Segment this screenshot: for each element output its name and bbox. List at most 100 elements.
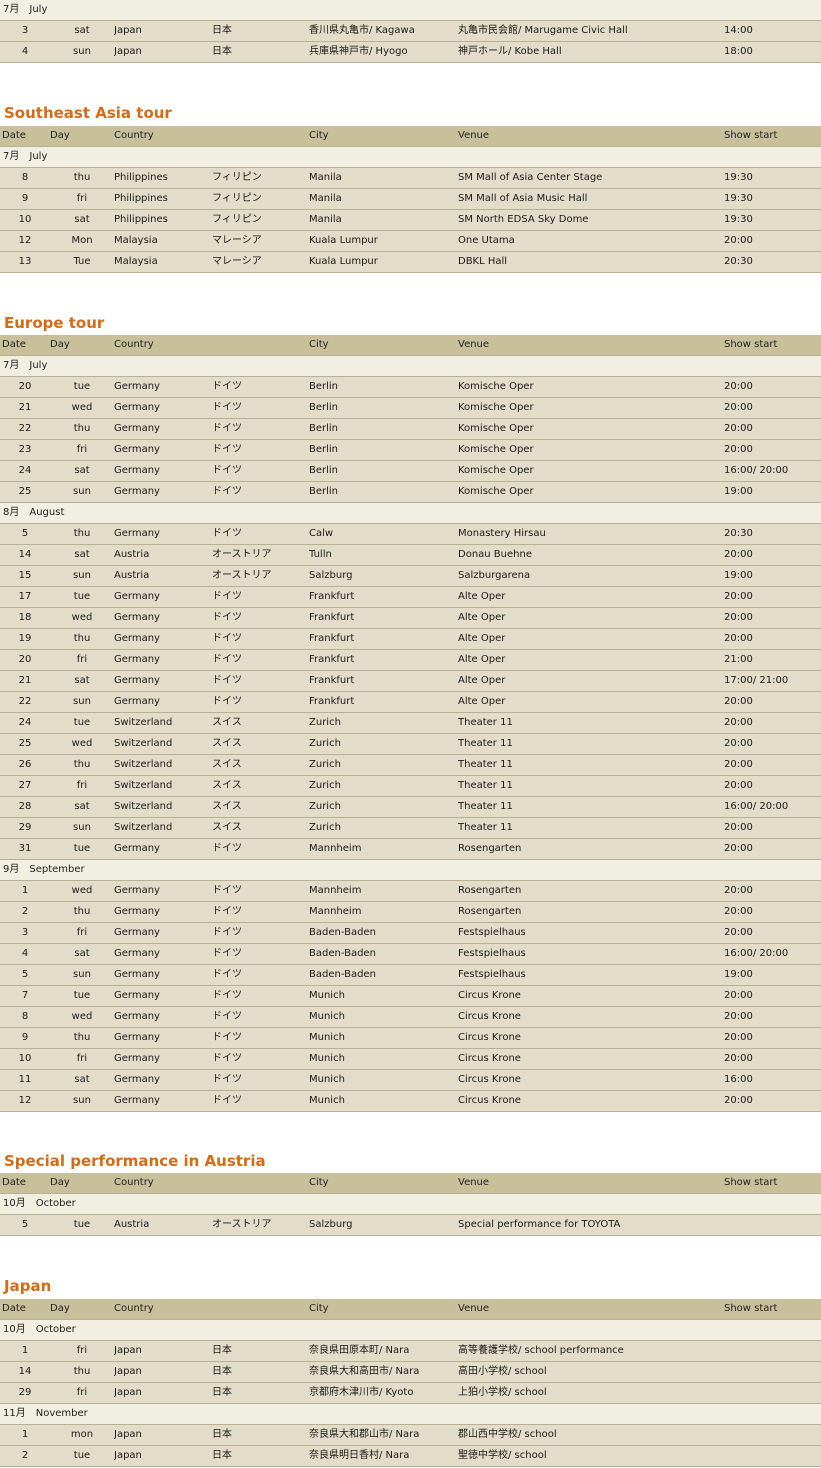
date-cell: 7: [0, 985, 50, 1007]
table-row: 7 tue Germany ドイツ Munich Circus Krone 20:00: [0, 985, 821, 1007]
venue-cell: Komische Oper: [458, 418, 724, 440]
header-city: City: [309, 126, 458, 147]
day-cell: fri: [50, 1382, 114, 1404]
venue-cell: 高田小学校/ school: [458, 1361, 724, 1383]
city-cell: 奈良県大和高田市/ Nara: [309, 1361, 458, 1383]
month-row: 9月 September: [0, 859, 821, 881]
table-row: 3 sat Japan 日本 香川県丸亀市/ Kagawa 丸亀市民会館/ Marugam…: [0, 20, 821, 42]
header-day: Day: [50, 335, 114, 356]
show-start-cell: 19:00: [724, 565, 821, 587]
show-start-cell: 20:30: [724, 523, 821, 545]
header-venue: Venue: [458, 1299, 724, 1320]
city-cell: Mannheim: [309, 901, 458, 923]
date-cell: 13: [0, 251, 50, 273]
country-cell: Germany: [114, 607, 212, 629]
show-start-cell: 20:00: [724, 880, 821, 902]
month-row: 7月 July: [0, 355, 821, 377]
venue-cell: Circus Krone: [458, 1090, 724, 1112]
show-start-cell: 16:00/ 20:00: [724, 460, 821, 482]
month-jp: 10月: [3, 1324, 26, 1335]
country-cell: Germany: [114, 901, 212, 923]
section-title: Europe tour: [4, 314, 105, 332]
country-jp-cell: ドイツ: [212, 985, 309, 1007]
city-cell: Munich: [309, 1090, 458, 1112]
header-country: Country: [114, 335, 212, 356]
date-cell: 4: [0, 943, 50, 965]
show-start-cell: 20:00: [724, 712, 821, 734]
country-jp-cell: ドイツ: [212, 964, 309, 986]
date-cell: 21: [0, 397, 50, 419]
day-cell: fri: [50, 775, 114, 797]
month-jp: 7月: [3, 360, 20, 371]
country-cell: Japan: [114, 1424, 212, 1446]
table-row: 5 sun Germany ドイツ Baden-Baden Festspielhaus 19…: [0, 964, 821, 986]
day-cell: sun: [50, 691, 114, 713]
schedule-table: Date Day Country City Venue Show start 10月 Octo…: [0, 1299, 821, 1467]
month-label: 11月 November: [0, 1403, 821, 1425]
country-cell: Germany: [114, 439, 212, 461]
day-cell: sun: [50, 817, 114, 839]
country-jp-cell: ドイツ: [212, 901, 309, 923]
show-start-cell: [724, 1361, 821, 1383]
date-cell: 12: [0, 230, 50, 252]
header-day: Day: [50, 1173, 114, 1194]
country-cell: Switzerland: [114, 754, 212, 776]
venue-cell: Theater 11: [458, 733, 724, 755]
show-start-cell: 16:00/ 20:00: [724, 796, 821, 818]
month-label: 10月 October: [0, 1193, 821, 1215]
venue-cell: 神戸ホール/ Kobe Hall: [458, 41, 724, 63]
country-jp-cell: 日本: [212, 1445, 309, 1467]
date-cell: 21: [0, 670, 50, 692]
venue-cell: Alte Oper: [458, 586, 724, 608]
country-jp-cell: スイス: [212, 712, 309, 734]
country-jp-cell: ドイツ: [212, 1090, 309, 1112]
day-cell: wed: [50, 1006, 114, 1028]
table-row: 21 sat Germany ドイツ Frankfurt Alte Oper 17:00/ …: [0, 670, 821, 692]
date-cell: 5: [0, 1214, 50, 1236]
city-cell: Zurich: [309, 712, 458, 734]
date-cell: 31: [0, 838, 50, 860]
day-cell: fri: [50, 649, 114, 671]
show-start-cell: 19:30: [724, 209, 821, 231]
month-en: July: [29, 151, 48, 162]
date-cell: 27: [0, 775, 50, 797]
show-start-cell: 20:00: [724, 544, 821, 566]
show-start-cell: 20:30: [724, 251, 821, 273]
table-row: 8 wed Germany ドイツ Munich Circus Krone 20:00: [0, 1006, 821, 1028]
country-jp-cell: ドイツ: [212, 649, 309, 671]
country-jp-cell: ドイツ: [212, 1027, 309, 1049]
day-cell: fri: [50, 1340, 114, 1362]
table-row: 25 sun Germany ドイツ Berlin Komische Oper 19:00: [0, 481, 821, 503]
date-cell: 11: [0, 1069, 50, 1091]
day-cell: thu: [50, 1027, 114, 1049]
venue-cell: Rosengarten: [458, 901, 724, 923]
date-cell: 19: [0, 628, 50, 650]
date-cell: 22: [0, 418, 50, 440]
header-city: City: [309, 1173, 458, 1194]
month-row: 7月 July: [0, 0, 821, 21]
country-jp-cell: ドイツ: [212, 376, 309, 398]
venue-cell: Theater 11: [458, 817, 724, 839]
month-label: 7月 July: [0, 146, 821, 168]
country-cell: Japan: [114, 41, 212, 63]
header-show-start: Show start: [724, 126, 821, 147]
show-start-cell: [724, 1340, 821, 1362]
day-cell: thu: [50, 418, 114, 440]
section-title: Japan: [4, 1277, 52, 1295]
month-row: 10月 October: [0, 1193, 821, 1215]
country-cell: Germany: [114, 943, 212, 965]
city-cell: Manila: [309, 188, 458, 210]
country-jp-cell: ドイツ: [212, 607, 309, 629]
table-row: 31 tue Germany ドイツ Mannheim Rosengarten 20:00: [0, 838, 821, 860]
schedule-table: 7月 July 3 sat Japan 日本 香川県丸亀市/ Kagawa 丸亀市民会館/ M…: [0, 0, 821, 63]
section-title: Special performance in Austria: [4, 1152, 266, 1170]
city-cell: Mannheim: [309, 880, 458, 902]
country-cell: Philippines: [114, 209, 212, 231]
city-cell: Berlin: [309, 397, 458, 419]
country-jp-cell: ドイツ: [212, 460, 309, 482]
table-row: 22 sun Germany ドイツ Frankfurt Alte Oper 20:00: [0, 691, 821, 713]
country-jp-cell: ドイツ: [212, 880, 309, 902]
day-cell: tue: [50, 985, 114, 1007]
country-jp-cell: スイス: [212, 796, 309, 818]
table-row: 25 wed Switzerland スイス Zurich Theater 11 20:00: [0, 733, 821, 755]
